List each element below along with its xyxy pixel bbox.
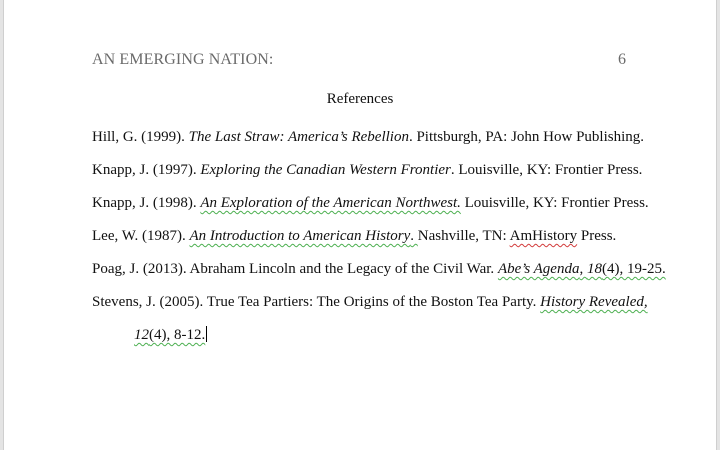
reference-journal-separator: , [579,261,587,277]
reference-entry[interactable]: Lee, W. (1987). An Introduction to Ameri… [92,220,652,253]
running-head: AN EMERGING NATION: [92,51,274,68]
reference-publication: Louisville, KY: Frontier Press. [460,195,649,211]
reference-author: Knapp, J. (1998). [92,195,201,211]
text-cursor [206,326,208,342]
reference-volume-group: 12(4), 8-12. [134,327,205,343]
reference-entry[interactable]: Hill, G. (1999). The Last Straw: America… [92,121,652,154]
reference-author: Lee, W. (1987). [92,228,190,244]
page-number: 6 [618,51,626,68]
reference-title: The Last Straw: America’s Rebellion [188,129,409,145]
reference-issue: (4), 19-25. [601,261,666,277]
reference-entry[interactable]: Knapp, J. (1998). An Exploration of the … [92,187,652,220]
reference-journal: Abe’s Agenda [497,261,580,277]
reference-author: Poag, J. (2013). Abraham Lincoln and the… [92,261,498,277]
reference-publication: . Louisville, KY: Frontier Press. [450,162,643,178]
reference-entry[interactable]: Poag, J. (2013). Abraham Lincoln and the… [92,253,666,286]
reference-entry[interactable]: Stevens, J. (2005). True Tea Partiers: T… [92,286,652,352]
reference-title-group: An Introduction to American History. [189,228,417,244]
reference-list: Hill, G. (1999). The Last Straw: America… [92,121,666,352]
reference-publication: Nashville, TN: [417,228,510,244]
reference-publication: . Pittsburgh, PA: John How Publishing. [408,129,645,145]
reference-title-separator: . [410,228,418,244]
reference-volume: 18 [586,261,602,277]
reference-publication-end: Press. [577,228,617,244]
reference-title: An Exploration of the American Northwest… [200,195,461,211]
reference-author: Stevens, J. (2005). True Tea Partiers: T… [92,294,541,310]
reference-volume: 12 [134,327,149,343]
reference-author: Hill, G. (1999). [92,129,189,145]
document-page[interactable]: AN EMERGING NATION: 6 References Hill, G… [4,0,716,450]
reference-journal: History Revealed, [540,294,648,310]
reference-first-line: Stevens, J. (2005). True Tea Partiers: T… [92,294,648,310]
reference-issue: (4), 8-12. [149,327,206,343]
reference-author: Knapp, J. (1997). [92,162,201,178]
reference-title: Exploring the Canadian Western Frontier [200,162,451,178]
reference-publisher-word: AmHistory [509,228,578,244]
reference-continuation-line: 12(4), 8-12. [92,319,652,352]
references-heading: References [326,91,394,107]
reference-entry[interactable]: Knapp, J. (1997). Exploring the Canadian… [92,154,652,187]
reference-title: An Introduction to American History [189,228,411,244]
reference-journal-group: Abe’s Agenda, 18(4), 19-25. [498,261,666,277]
